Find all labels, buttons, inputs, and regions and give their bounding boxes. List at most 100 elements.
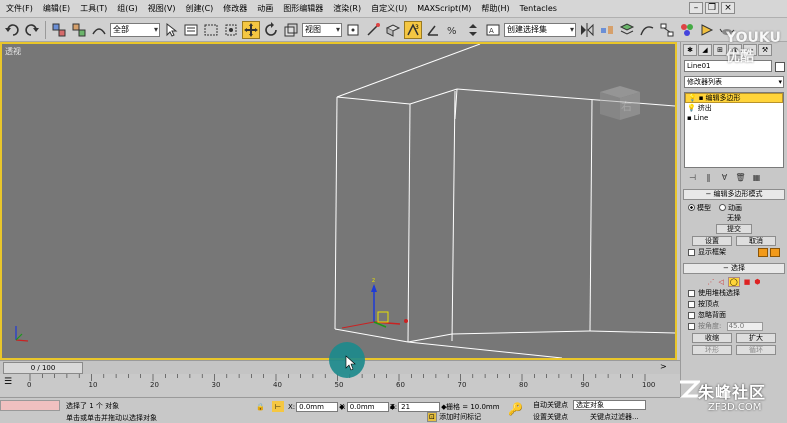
bind-spacewarp-button[interactable] [90,21,108,39]
snaps-toggle-button[interactable]: 3 [404,20,422,39]
cancel-button[interactable]: 取消 [736,236,776,246]
menu-item[interactable]: MAXScript(M) [412,4,476,13]
rect-selection-button[interactable] [202,21,220,39]
layer-manager-button[interactable] [618,21,636,39]
select-manipulate-button[interactable] [364,21,382,39]
menu-item[interactable]: 图形编辑器 [278,3,328,14]
remove-modifier-icon[interactable]: 🗑 [735,172,746,183]
menu-item[interactable]: 工具(T) [75,3,112,14]
unlink-button[interactable] [70,21,88,39]
vertex-level-icon[interactable]: ⋰ [708,278,715,286]
edge-level-icon[interactable]: ◁ [719,278,724,286]
expand-icon[interactable]: ▪ [687,113,692,123]
select-scale-button[interactable] [282,21,300,39]
undo-button[interactable] [3,21,21,39]
by-angle-checkbox[interactable]: 按角度: 45.0 [688,321,780,332]
viewport-label[interactable]: 透视 [5,46,21,57]
loop-button[interactable]: 循环 [736,345,776,355]
time-slider-knob[interactable]: 0 / 100 [3,362,83,374]
lightbulb-icon[interactable]: 💡 [688,93,697,103]
menu-item[interactable]: 编辑(E) [38,3,75,14]
rollout-header[interactable]: − 选择 [683,263,785,274]
menu-item[interactable]: 自定义(U) [366,3,412,14]
select-move-button[interactable] [242,20,260,39]
z-coordinate[interactable]: Z: 21 ◆ [390,401,447,412]
modifier-stack[interactable]: 💡 ▪ 编辑多边形 💡 挤出 ▪ Line [684,92,784,168]
grow-button[interactable]: 扩大 [736,333,776,343]
menu-item[interactable]: 文件(F) [1,3,38,14]
cage-color-swatch[interactable] [757,247,768,257]
angle-snap-button[interactable] [424,21,442,39]
modify-tab-icon[interactable]: ◢ [698,44,712,56]
menu-item[interactable]: 渲染(R) [328,3,366,14]
polygon-level-icon[interactable]: ■ [744,278,751,286]
restore-icon[interactable]: ❐ [705,2,719,14]
percent-snap-button[interactable]: % [444,21,462,39]
redo-button[interactable] [23,21,41,39]
shrink-button[interactable]: 收缩 [692,333,732,343]
perspective-viewport[interactable]: 右 z 透视 [0,42,677,360]
transform-gizmo[interactable]: z [341,277,408,329]
use-stack-selection-checkbox[interactable]: 使用堆栈选择 [688,288,780,299]
x-value-field[interactable]: 0.0mm [296,401,339,412]
create-tab-icon[interactable]: ✱ [683,44,697,56]
set-key-button[interactable]: 设置关键点 [533,412,568,422]
ignore-backfacing-checkbox[interactable]: 忽略背面 [688,310,780,321]
select-object-button[interactable] [162,21,180,39]
select-link-button[interactable] [50,21,68,39]
time-slider-next-icon[interactable]: > [660,362,667,371]
menu-item[interactable]: Tentacles [515,4,562,13]
by-vertex-checkbox[interactable]: 按顶点 [688,299,780,310]
stack-item-extrude[interactable]: 💡 挤出 [685,103,783,113]
expand-icon[interactable]: ▪ [699,93,704,103]
track-bar[interactable]: ☰ 0 10 20 30 40 50 60 70 80 90 100 [0,342,680,396]
element-level-icon[interactable]: ⬢ [754,278,760,286]
show-end-result-icon[interactable]: ‖ [703,172,714,183]
ring-button[interactable]: 环形 [692,345,732,355]
z-value-field[interactable]: 21 [398,401,441,412]
keyboard-shortcut-button[interactable] [384,21,402,39]
edit-named-selection-button[interactable]: A [484,21,502,39]
commit-button[interactable]: 提交 [716,224,752,234]
stack-item-line[interactable]: ▪ Line [685,113,783,123]
stack-item-edit-poly[interactable]: 💡 ▪ 编辑多边形 [685,93,783,103]
menu-item[interactable]: 组(G) [112,3,142,14]
minimize-icon[interactable]: – [689,2,703,14]
model-radio[interactable]: 模型 [688,203,711,213]
track-bar-menu-icon[interactable]: ☰ [4,377,12,387]
render-setup-button[interactable] [698,21,716,39]
show-cage-checkbox[interactable]: 显示框架 [688,247,780,258]
menu-item[interactable]: 视图(V) [143,3,181,14]
material-editor-button[interactable] [678,21,696,39]
menu-item[interactable]: 动画 [252,3,278,14]
select-rotate-button[interactable] [262,21,280,39]
selection-filter-dropdown[interactable]: 全部 [110,22,160,37]
reference-coord-dropdown[interactable]: 视图 [302,22,342,37]
menu-item[interactable]: 修改器 [218,3,252,14]
lock-selection-icon[interactable]: 🔒 [256,401,265,412]
key-selection-dropdown[interactable]: 选定对象 [573,400,646,410]
make-unique-icon[interactable]: ∀ [719,172,730,183]
add-time-tag[interactable]: ⊡ 添加时间标记 [427,412,481,422]
absolute-mode-icon[interactable]: ⊢ [272,401,284,412]
key-filters-button[interactable]: 关键点过滤器... [590,412,639,422]
select-by-name-button[interactable] [182,21,200,39]
pivot-center-button[interactable] [344,21,362,39]
align-button[interactable] [598,21,616,39]
hierarchy-tab-icon[interactable]: ⊞ [713,44,727,56]
settings-button[interactable]: 设置 [692,236,732,246]
angle-spinner[interactable]: 45.0 [726,322,763,331]
schematic-view-button[interactable] [658,21,676,39]
viewport-scene[interactable]: 右 z [2,44,675,358]
close-icon[interactable]: × [721,2,735,14]
pin-stack-icon[interactable]: ⊣ [687,172,698,183]
named-selection-dropdown[interactable]: 创建选择集 [504,22,576,37]
cage-selected-color-swatch[interactable] [770,247,780,257]
border-level-icon[interactable]: ◯ [727,277,740,287]
window-crossing-button[interactable] [222,21,240,39]
x-coordinate[interactable]: X: 0.0mm ◆ [288,401,345,412]
curve-editor-button[interactable] [638,21,656,39]
set-key-icon[interactable]: 🔑 [508,402,523,416]
menu-item[interactable]: 创建(C) [180,3,218,14]
viewcube-icon[interactable]: 右 [600,86,640,120]
